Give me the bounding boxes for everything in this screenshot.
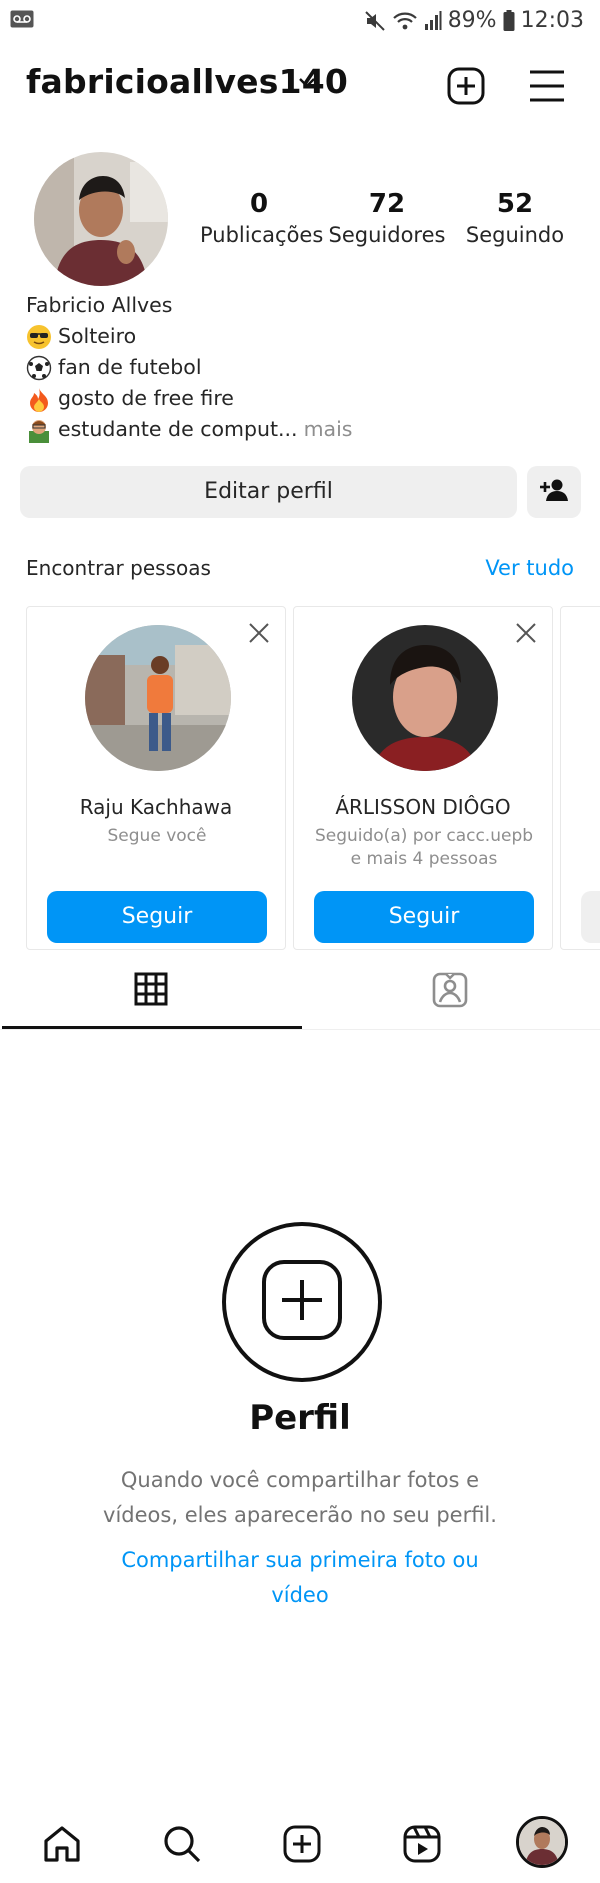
reels-icon[interactable] — [402, 1824, 442, 1868]
close-icon[interactable] — [514, 621, 538, 649]
profile-header: fabricioallves140 — [0, 52, 600, 118]
status-bar: 89% 12:03 — [0, 0, 600, 42]
active-tab-indicator — [2, 1026, 302, 1029]
suggestion-card[interactable]: Raju Kachhawa Segue você Seguir — [26, 606, 286, 950]
clock: 12:03 — [520, 8, 584, 33]
followers-count: 72 — [368, 189, 406, 219]
chevron-down-icon[interactable] — [298, 74, 316, 93]
following-stat[interactable]: 52 Seguindo — [456, 188, 574, 250]
profile-picture[interactable] — [34, 152, 168, 286]
create-icon[interactable] — [282, 1824, 322, 1868]
empty-state-description: Quando você compartilhar fotos e vídeos,… — [103, 1468, 497, 1527]
bottom-navigation — [0, 1808, 600, 1883]
bio-more-link[interactable]: mais — [304, 414, 353, 445]
follow-button[interactable]: Seguir — [314, 891, 534, 943]
discover-people-button[interactable] — [527, 466, 581, 518]
bio-line: estudante de comput... mais — [26, 414, 353, 445]
suggestion-avatar[interactable] — [85, 625, 231, 771]
home-icon[interactable] — [42, 1824, 82, 1868]
bio-line: Solteiro — [26, 321, 353, 352]
profile-avatar[interactable] — [516, 1816, 568, 1868]
battery-percent: 89% — [447, 8, 497, 33]
empty-state-title: Perfil — [249, 1398, 351, 1438]
tagged-icon[interactable] — [432, 972, 468, 1012]
fire-emoji — [26, 386, 52, 412]
share-first-photo-link[interactable]: Compartilhar sua primeira foto ou vídeo — [110, 1543, 490, 1613]
search-icon[interactable] — [162, 1824, 202, 1868]
suggestion-context: Segue você — [107, 826, 207, 846]
soccer-ball-emoji — [26, 355, 52, 381]
suggestion-avatar[interactable] — [352, 625, 498, 771]
voicemail-icon — [10, 10, 34, 32]
wifi-icon — [392, 10, 418, 32]
student-emoji — [26, 417, 52, 443]
new-post-icon — [260, 1258, 344, 1346]
following-count: 52 — [496, 189, 534, 219]
full-name: Fabricio Allves — [26, 293, 173, 317]
suggestion-name[interactable]: ÁRLISSON DIÔGO — [294, 795, 552, 819]
edit-profile-button[interactable]: Editar perfil — [20, 466, 517, 518]
add-user-icon — [539, 478, 569, 506]
signal-icon — [424, 10, 442, 32]
follow-button[interactable]: Seguir — [47, 891, 267, 943]
profile-bio: Fabricio Allves Solteiro fan de futebol … — [26, 290, 353, 445]
follow-button-partial[interactable] — [581, 891, 600, 943]
suggestion-name[interactable]: Raju Kachhawa — [27, 795, 285, 819]
profile-tabs — [0, 950, 600, 1030]
battery-icon — [503, 9, 515, 32]
create-first-post-button[interactable] — [222, 1222, 382, 1382]
new-post-icon[interactable] — [446, 66, 486, 110]
mute-icon — [364, 10, 386, 32]
suggestion-context: Seguido(a) por cacc.uepb e mais 4 pessoa… — [314, 826, 534, 869]
suggestion-card[interactable]: ÁRLISSON DIÔGO Seguido(a) por cacc.uepb … — [293, 606, 553, 950]
bio-line: gosto de free fire — [26, 383, 353, 414]
close-icon[interactable] — [247, 621, 271, 649]
posts-stat[interactable]: 0 Publicações — [200, 188, 324, 250]
followers-label: Seguidores — [328, 223, 446, 247]
suggestion-card-partial[interactable] — [560, 606, 600, 950]
suggestions-title: Encontrar pessoas — [26, 556, 211, 580]
grid-icon[interactable] — [134, 972, 168, 1010]
menu-icon[interactable] — [528, 68, 566, 108]
see-all-link[interactable]: Ver tudo — [485, 556, 574, 580]
sunglasses-emoji — [26, 324, 52, 350]
posts-label: Publicações — [200, 223, 324, 247]
followers-stat[interactable]: 72 Seguidores — [328, 188, 446, 250]
bio-line: fan de futebol — [26, 352, 353, 383]
following-label: Seguindo — [465, 223, 565, 247]
posts-count: 0 — [249, 189, 269, 219]
